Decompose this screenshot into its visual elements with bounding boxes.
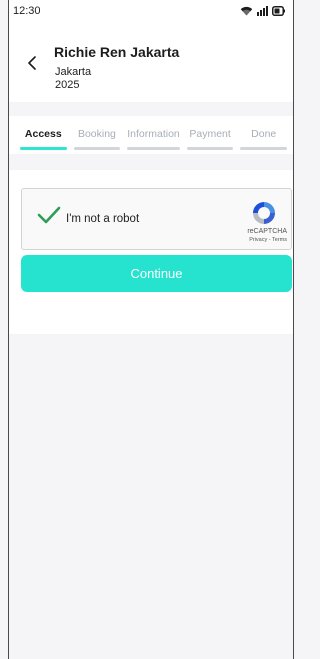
step-bar [240, 147, 288, 150]
event-header: Richie Ren Jakarta Jakarta 2025 [9, 22, 293, 102]
event-title: Richie Ren Jakarta [54, 44, 180, 60]
battery-icon [272, 6, 285, 16]
step-label: Payment [189, 128, 231, 140]
step-label: Booking [77, 128, 116, 140]
chevron-left-icon [28, 56, 36, 70]
recaptcha-label: I'm not a robot [66, 213, 140, 225]
step-bar [73, 147, 121, 150]
step-label: Done [251, 128, 277, 140]
signal-icon [257, 6, 268, 16]
back-button[interactable] [23, 54, 41, 72]
status-time: 12:30 [13, 5, 41, 17]
recaptcha-privacy-terms-link[interactable]: Privacy - Terms [249, 237, 287, 243]
step-access[interactable]: Access [20, 128, 67, 150]
step-information[interactable]: Information [127, 128, 180, 150]
step-label: Access [24, 128, 62, 140]
step-label: Information [127, 128, 180, 140]
step-bar [186, 147, 234, 150]
checkmark-icon[interactable] [37, 205, 61, 225]
event-city: Jakarta [55, 66, 92, 78]
status-bar: 12:30 [9, 0, 293, 22]
status-icons [240, 6, 285, 16]
wifi-icon [240, 6, 253, 16]
step-bar [20, 147, 67, 150]
step-payment[interactable]: Payment [186, 128, 234, 150]
step-done[interactable]: Done [240, 128, 288, 150]
recaptcha-widget: I'm not a robot reCAPTCHA Privacy - Term… [21, 188, 292, 250]
continue-button[interactable]: Continue [21, 255, 292, 292]
event-year: 2025 [55, 79, 80, 91]
recaptcha-logo-icon [253, 202, 275, 224]
step-bar [127, 147, 180, 150]
progress-steps: Access Booking Information Payment Done [9, 116, 293, 154]
event-subtitle: Jakarta 2025 [55, 66, 91, 92]
access-card: I'm not a robot reCAPTCHA Privacy - Term… [9, 170, 293, 334]
step-booking[interactable]: Booking [73, 128, 121, 150]
screen-frame-right [293, 0, 294, 659]
recaptcha-brand: reCAPTCHA [247, 228, 287, 235]
